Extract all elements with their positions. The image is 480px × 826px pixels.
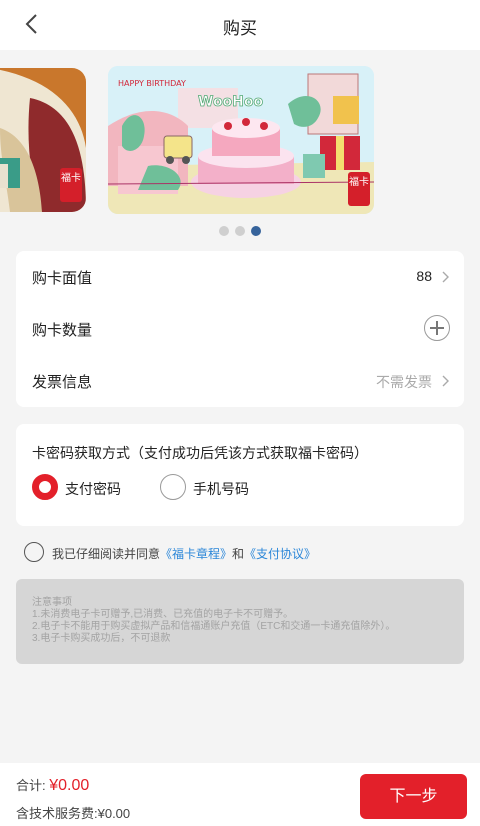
carousel-dot-active[interactable] [251, 226, 261, 236]
face-value-value: 88 [416, 268, 432, 284]
agreement-checkbox[interactable] [24, 542, 44, 562]
password-retrieval-panel: 卡密码获取方式（支付成功后凭该方式获取福卡密码） 支付密码 手机号码 [16, 424, 464, 526]
card-greeting: HAPPY BIRTHDAY [118, 79, 186, 88]
agreement-text: 我已仔细阅读并同意《福卡章程》和《支付协议》 [52, 545, 316, 562]
add-quantity-button[interactable] [424, 315, 450, 341]
card-thumbnail-previous[interactable]: 福卡 [0, 68, 86, 212]
radio-selected-icon[interactable] [32, 474, 58, 500]
notice-line: 3.电子卡购买成功后，不可退款 [32, 633, 171, 644]
carousel-dot[interactable] [219, 226, 229, 236]
total-label: 合计: [16, 778, 50, 793]
option-pay-password-label: 支付密码 [65, 481, 121, 497]
option-phone-number[interactable]: 手机号码 [160, 474, 280, 504]
quantity-row: 购卡数量 [32, 303, 450, 355]
next-step-button[interactable]: 下一步 [360, 774, 467, 819]
notice-line: 1.未消费电子卡可赠予,已消费、已充值的电子卡不可赠予。 [32, 609, 294, 620]
payment-agreement-link[interactable]: 《支付协议》 [244, 547, 316, 561]
invoice-row[interactable]: 发票信息 不需发票 [32, 355, 450, 407]
seal-text: 福卡 [349, 177, 369, 188]
option-phone-number-label: 手机号码 [193, 481, 249, 497]
retrieval-question: 卡密码获取方式（支付成功后凭该方式获取福卡密码） [32, 445, 368, 461]
invoice-label: 发票信息 [32, 374, 93, 391]
seal-text: 福卡 [61, 173, 81, 184]
agreement-prefix: 我已仔细阅读并同意 [52, 547, 161, 561]
page-title: 购买 [223, 19, 257, 38]
agreement-and: 和 [232, 547, 245, 561]
card-carousel[interactable]: 福卡 HAPPY BIRTHDAY WooHoo 福卡 [0, 62, 480, 217]
radio-unselected-icon[interactable] [160, 474, 186, 500]
service-fee: 含技术服务费:¥0.00 [16, 806, 131, 821]
carousel-dot[interactable] [235, 226, 245, 236]
birthday-card-artwork: HAPPY BIRTHDAY WooHoo [108, 66, 374, 214]
notice-title: 注意事项 [32, 597, 72, 608]
carousel-indicator [0, 226, 480, 236]
notice-line: 2.电子卡不能用于购买虚拟产品和信福通账户充值（ETC和交通一卡通充值除外）。 [32, 621, 396, 632]
face-value-label: 购卡面值 [32, 270, 93, 287]
total-amount: ¥0.00 [49, 777, 90, 794]
fuka-seal: 福卡 [60, 168, 82, 202]
top-nav-bar: 购买 [0, 0, 480, 50]
checkout-footer: 合计: ¥0.00 含技术服务费:¥0.00 下一步 [0, 763, 480, 826]
invoice-value: 不需发票 [376, 374, 432, 390]
chevron-right-icon [442, 271, 449, 283]
fuka-charter-link[interactable]: 《福卡章程》 [160, 547, 232, 561]
chevron-right-icon [442, 375, 449, 387]
notice-box: 注意事项 1.未消费电子卡可赠予,已消费、已充值的电子卡不可赠予。 2.电子卡不… [16, 579, 464, 664]
fuka-seal: 福卡 [348, 172, 370, 206]
quantity-label: 购卡数量 [32, 322, 93, 339]
face-value-row[interactable]: 购卡面值 88 [32, 251, 450, 303]
card-sign: WooHoo [198, 94, 264, 110]
purchase-details-panel: 购卡面值 88 购卡数量 发票信息 不需发票 [16, 251, 464, 407]
card-thumbnail-current[interactable]: HAPPY BIRTHDAY WooHoo 福卡 [108, 66, 374, 214]
option-pay-password[interactable]: 支付密码 [32, 474, 152, 504]
total-line: 合计: ¥0.00 [16, 775, 89, 795]
